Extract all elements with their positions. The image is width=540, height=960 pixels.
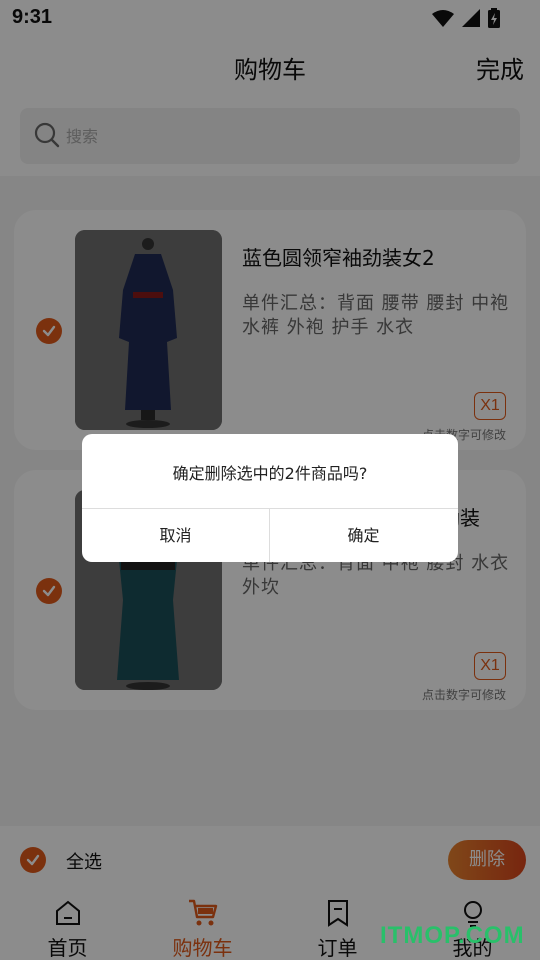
cancel-button[interactable]: 取消	[82, 509, 269, 562]
watermark: ITMOP.COM	[380, 922, 525, 949]
dialog-message: 确定删除选中的2件商品吗?	[172, 464, 368, 483]
confirm-button[interactable]: 确定	[270, 509, 457, 562]
confirm-dialog: 确定删除选中的2件商品吗? 取消 确定	[82, 434, 458, 562]
